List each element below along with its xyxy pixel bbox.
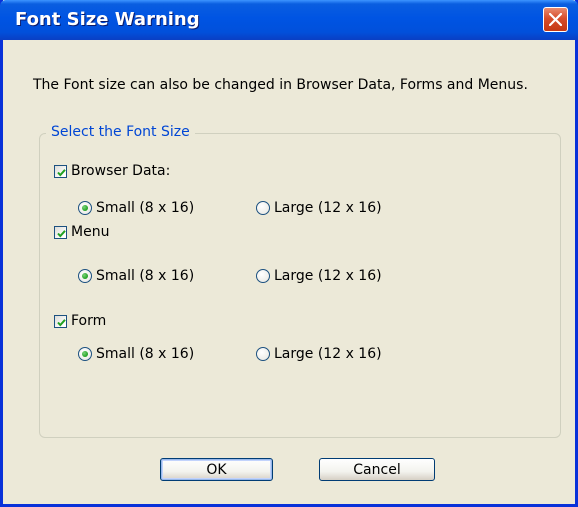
large-option-label: Large (12 x 16) bbox=[274, 268, 382, 284]
form-large-radio[interactable]: Large (12 x 16) bbox=[256, 346, 382, 362]
browser-data-small-radio[interactable]: Small (8 x 16) bbox=[78, 200, 194, 216]
menu-checkbox[interactable]: Menu bbox=[54, 224, 109, 240]
title-bar[interactable]: Font Size Warning bbox=[0, 0, 578, 40]
browser-data-checkbox-box[interactable] bbox=[54, 164, 67, 178]
radio-button[interactable] bbox=[78, 347, 92, 361]
close-icon bbox=[549, 13, 562, 26]
form-label: Form bbox=[71, 313, 107, 329]
close-button[interactable] bbox=[543, 7, 568, 32]
large-option-label: Large (12 x 16) bbox=[274, 200, 382, 216]
dialog-title: Font Size Warning bbox=[15, 9, 200, 30]
radio-dot-icon bbox=[82, 205, 88, 211]
radio-dot-icon bbox=[82, 351, 88, 357]
radio-button[interactable] bbox=[78, 201, 92, 215]
radio-button[interactable] bbox=[78, 269, 92, 283]
browser-data-large-radio[interactable]: Large (12 x 16) bbox=[256, 200, 382, 216]
large-option-label: Large (12 x 16) bbox=[274, 346, 382, 362]
browser-data-label: Browser Data: bbox=[71, 163, 171, 179]
form-checkbox-box[interactable] bbox=[54, 314, 67, 328]
form-checkbox[interactable]: Form bbox=[54, 313, 106, 329]
radio-button[interactable] bbox=[256, 347, 270, 361]
checkmark-icon bbox=[57, 168, 66, 176]
menu-label: Menu bbox=[71, 224, 110, 240]
form-small-radio[interactable]: Small (8 x 16) bbox=[78, 346, 194, 362]
warning-message: The Font size can also be changed in Bro… bbox=[33, 77, 528, 93]
radio-button[interactable] bbox=[256, 269, 270, 283]
radio-button[interactable] bbox=[256, 201, 270, 215]
menu-large-radio[interactable]: Large (12 x 16) bbox=[256, 268, 382, 284]
checkmark-icon bbox=[57, 229, 66, 237]
menu-small-radio[interactable]: Small (8 x 16) bbox=[78, 268, 194, 284]
dialog-window: Font Size Warning The Font size can also… bbox=[0, 0, 578, 507]
group-legend: Select the Font Size bbox=[46, 124, 195, 141]
small-option-label: Small (8 x 16) bbox=[96, 268, 195, 284]
small-option-label: Small (8 x 16) bbox=[96, 200, 195, 216]
ok-button[interactable]: OK bbox=[160, 458, 273, 481]
cancel-button[interactable]: Cancel bbox=[319, 458, 435, 481]
checkmark-icon bbox=[57, 318, 66, 326]
browser-data-checkbox[interactable]: Browser Data: bbox=[54, 163, 170, 179]
radio-dot-icon bbox=[82, 273, 88, 279]
small-option-label: Small (8 x 16) bbox=[96, 346, 195, 362]
menu-checkbox-box[interactable] bbox=[54, 225, 67, 239]
